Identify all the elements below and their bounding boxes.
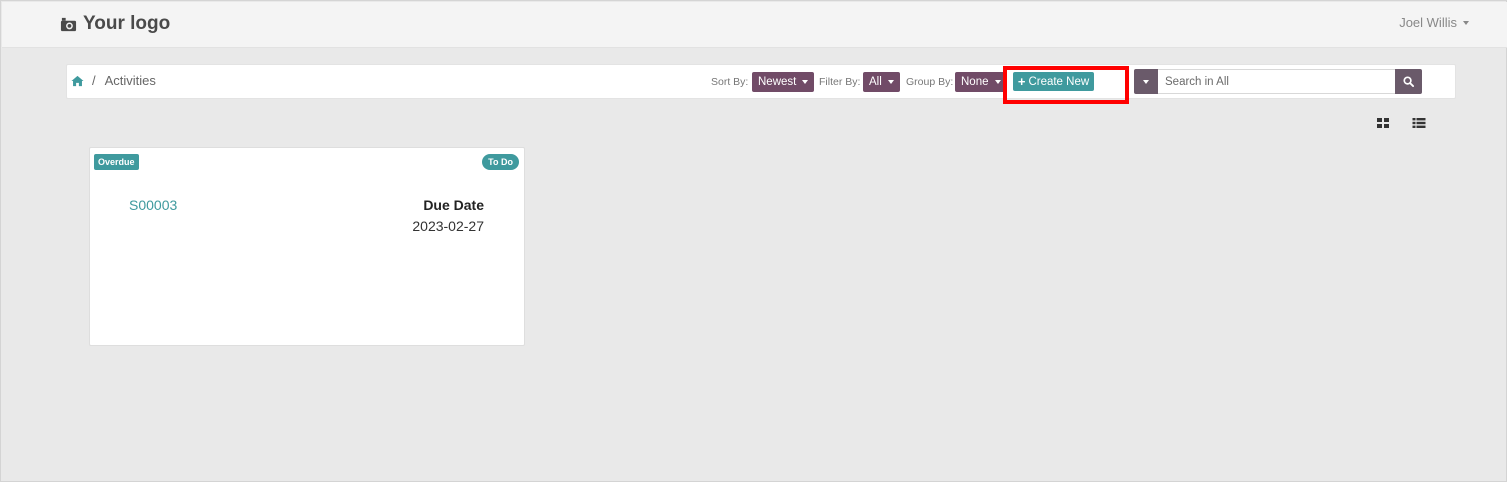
search-group	[1134, 69, 1422, 94]
breadcrumb-current: Activities	[104, 73, 156, 88]
home-icon[interactable]	[71, 75, 84, 87]
chevron-down-icon	[1143, 79, 1149, 84]
activity-reference-link[interactable]: S00003	[129, 197, 177, 213]
activity-card[interactable]: Overdue To Do S00003 Due Date 2023-02-27	[89, 147, 525, 346]
plus-icon: +	[1017, 74, 1026, 89]
status-badge: Overdue	[94, 154, 139, 170]
chevron-down-icon	[802, 80, 809, 84]
due-date-value: 2023-02-27	[412, 218, 484, 234]
due-date-label: Due Date	[423, 197, 484, 213]
filter-label: Filter By:	[819, 76, 861, 88]
user-name: Joel Willis	[1399, 15, 1457, 30]
search-button[interactable]	[1395, 69, 1422, 94]
search-input[interactable]	[1158, 69, 1395, 94]
stage-badge: To Do	[482, 154, 519, 170]
list-view-icon[interactable]	[1412, 117, 1426, 129]
camera-icon	[60, 17, 77, 31]
search-options-toggle[interactable]	[1134, 69, 1158, 94]
breadcrumb: / Activities	[71, 73, 156, 88]
sort-value: Newest	[758, 76, 797, 88]
group-label: Group By:	[906, 76, 954, 88]
logo-text: Your logo	[83, 13, 171, 34]
create-new-label: Create New	[1028, 75, 1090, 88]
top-navbar: Your logo Joel Willis	[2, 2, 1507, 48]
user-menu[interactable]: Joel Willis	[1399, 15, 1469, 30]
company-logo[interactable]: Your logo	[60, 12, 170, 36]
sort-label: Sort By:	[711, 76, 749, 88]
chevron-down-icon	[1463, 20, 1469, 25]
app-frame: Your logo Joel Willis / Activities Sort …	[0, 0, 1507, 482]
search-icon	[1403, 76, 1414, 87]
breadcrumb-separator: /	[92, 73, 96, 88]
filter-value: All	[869, 76, 882, 88]
group-dropdown[interactable]: None	[955, 72, 1007, 92]
filter-dropdown[interactable]: All	[863, 72, 900, 92]
grid-view-icon[interactable]	[1376, 117, 1390, 129]
sort-dropdown[interactable]: Newest	[752, 72, 815, 92]
group-value: None	[961, 76, 989, 88]
chevron-down-icon	[994, 80, 1001, 84]
chevron-down-icon	[887, 80, 894, 84]
create-new-button[interactable]: + Create New	[1013, 72, 1094, 91]
